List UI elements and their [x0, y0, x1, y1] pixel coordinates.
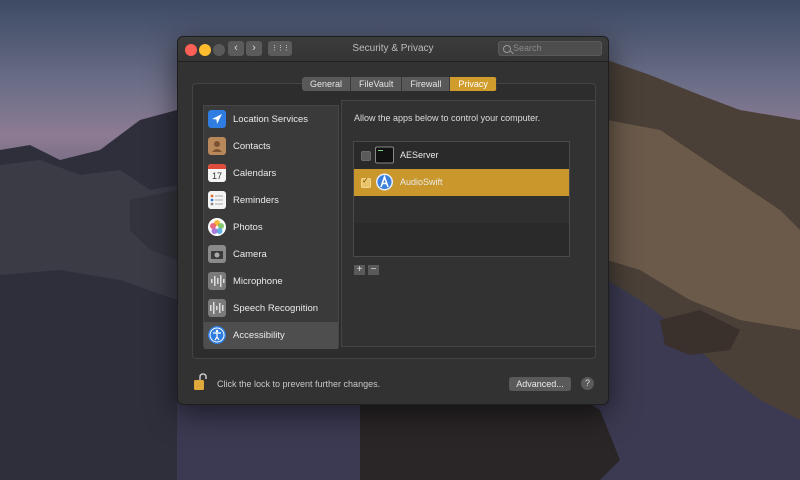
sidebar-item-photos[interactable]: Photos — [204, 214, 338, 241]
lock-status-text: Click the lock to prevent further change… — [217, 379, 381, 389]
back-button[interactable]: ‹ — [228, 41, 244, 56]
sidebar-item-label: Photos — [233, 222, 263, 233]
privacy-category-list: Location Services Contacts 17 Calendars … — [203, 105, 339, 349]
grid-icon: ⋮⋮⋮ — [271, 45, 290, 52]
photos-icon — [208, 218, 226, 236]
add-app-button[interactable]: + — [354, 265, 365, 275]
reminders-icon — [208, 191, 226, 209]
zoom-window-button[interactable] — [213, 44, 225, 56]
search-icon — [503, 45, 511, 53]
app-row-audioswift[interactable]: AudioSwift — [354, 169, 569, 196]
app-name: AEServer — [400, 150, 439, 160]
accessibility-prompt: Allow the apps below to control your com… — [354, 113, 541, 123]
speech-recognition-icon — [208, 299, 226, 317]
tab-firewall[interactable]: Firewall — [402, 77, 451, 91]
accessibility-icon — [208, 326, 226, 344]
window-title: Security & Privacy — [352, 43, 434, 54]
sidebar-item-camera[interactable]: Camera — [204, 241, 338, 268]
microphone-icon — [208, 272, 226, 290]
terminal-icon — [375, 146, 394, 164]
sidebar-item-calendars[interactable]: 17 Calendars — [204, 160, 338, 187]
tab-bar: General FileVault Firewall Privacy — [302, 77, 497, 91]
close-window-button[interactable] — [185, 44, 197, 56]
sidebar-item-label: Contacts — [233, 141, 271, 152]
sidebar-item-label: Reminders — [233, 195, 279, 206]
security-privacy-window: ‹ › ⋮⋮⋮ Security & Privacy Search Genera… — [177, 36, 609, 405]
title-bar: ‹ › ⋮⋮⋮ Security & Privacy Search — [178, 37, 608, 62]
show-all-button[interactable]: ⋮⋮⋮ — [268, 41, 292, 56]
contacts-icon — [208, 137, 226, 155]
advanced-button[interactable]: Advanced... — [509, 377, 571, 391]
camera-icon — [208, 245, 226, 263]
location-arrow-icon — [208, 110, 226, 128]
sidebar-item-label: Accessibility — [233, 330, 285, 341]
forward-button[interactable]: › — [246, 41, 262, 56]
tab-privacy[interactable]: Privacy — [450, 77, 497, 91]
audioswift-icon — [376, 173, 393, 191]
list-item — [354, 196, 569, 223]
list-item — [354, 223, 569, 250]
tab-filevault[interactable]: FileVault — [351, 77, 403, 91]
sidebar-item-speech-recognition[interactable]: Speech Recognition — [204, 295, 338, 322]
sidebar-item-label: Camera — [233, 249, 267, 260]
tab-general[interactable]: General — [302, 77, 352, 91]
app-list: AEServer AudioSwift — [353, 141, 570, 257]
sidebar-item-contacts[interactable]: Contacts — [204, 133, 338, 160]
calendar-icon: 17 — [208, 164, 226, 182]
sidebar-item-location-services[interactable]: Location Services — [204, 106, 338, 133]
sidebar-item-label: Speech Recognition — [233, 303, 319, 314]
sidebar-item-accessibility[interactable]: Accessibility — [204, 322, 338, 349]
app-name: AudioSwift — [400, 177, 443, 187]
search-field[interactable]: Search — [498, 41, 602, 56]
sidebar-item-reminders[interactable]: Reminders — [204, 187, 338, 214]
app-checkbox-audioswift[interactable] — [361, 176, 371, 188]
sidebar-item-microphone[interactable]: Microphone — [204, 268, 338, 295]
unlocked-padlock-icon[interactable] — [193, 373, 207, 391]
search-placeholder: Search — [513, 43, 542, 53]
chevron-right-icon: › — [252, 42, 256, 54]
app-row-aeserver[interactable]: AEServer — [354, 142, 569, 169]
app-checkbox-aeserver[interactable] — [361, 151, 371, 161]
remove-app-button[interactable]: − — [368, 265, 379, 275]
minimize-window-button[interactable] — [199, 44, 211, 56]
svg-text:17: 17 — [212, 171, 222, 181]
sidebar-item-label: Location Services — [233, 114, 308, 125]
sidebar-item-label: Microphone — [233, 276, 283, 287]
sidebar-item-label: Calendars — [233, 168, 277, 179]
help-button[interactable]: ? — [581, 377, 594, 390]
chevron-left-icon: ‹ — [234, 42, 238, 54]
